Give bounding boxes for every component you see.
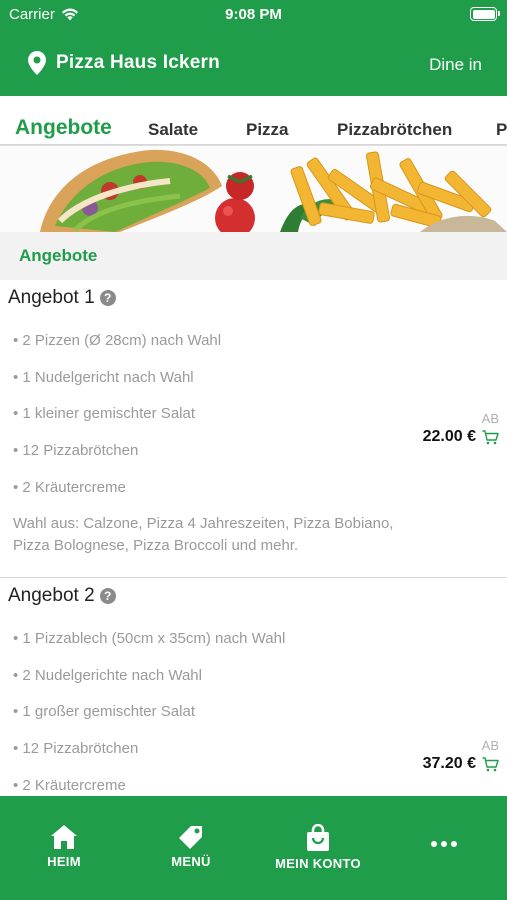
section-header: Angebote [0, 232, 507, 280]
offer-name: Angebot 2 [8, 585, 95, 606]
offer-title: Angebot 2 ? [8, 585, 116, 607]
bottom-tab-menu[interactable]: MENÜ [163, 824, 219, 869]
price-value: 37.20 € [422, 755, 476, 772]
bottom-tab-home[interactable]: HEIM [36, 824, 92, 869]
bottom-tab-more[interactable] [416, 840, 472, 852]
tab-next-partial[interactable]: P [496, 120, 507, 140]
more-dots-icon [431, 841, 457, 847]
category-tabs: Angebote Salate Pizza Pizzabrötchen P [0, 96, 507, 146]
cart-icon[interactable] [482, 429, 499, 445]
cart-icon[interactable] [482, 756, 499, 772]
offer-item: • 12 Pizzabrötchen [13, 442, 139, 459]
menu-item-offer-2[interactable]: Angebot 2 ? • 1 Pizzablech (50cm x 35cm)… [0, 578, 507, 808]
offer-item: • 2 Kräutercreme [13, 777, 126, 794]
category-banner-image [0, 146, 507, 232]
tab-pizza[interactable]: Pizza [246, 120, 289, 140]
tab-pizzabroetchen[interactable]: Pizzabrötchen [337, 120, 452, 140]
offer-item: • 2 Pizzen (Ø 28cm) nach Wahl [13, 332, 222, 349]
price-value: 22.00 € [422, 428, 476, 445]
location-pin-icon[interactable] [28, 51, 46, 75]
offer-title: Angebot 1 ? [8, 287, 116, 309]
price-add-to-cart[interactable]: 22.00 € [423, 428, 499, 446]
offer-item: • 2 Kräutercreme [13, 479, 126, 496]
battery-icon [470, 7, 500, 21]
shopping-bag-icon [307, 824, 329, 851]
food-banner-illustration [40, 149, 507, 232]
price-prefix: AB [481, 738, 499, 753]
navigation-bar: Pizza Haus Ickern Dine in [0, 36, 507, 92]
section-title: Angebote [19, 246, 98, 265]
top-app-bar: Carrier 9:08 PM Pizza Haus Ickern Dine i… [0, 0, 507, 96]
clock: 9:08 PM [225, 6, 282, 23]
help-icon[interactable]: ? [99, 290, 116, 306]
bottom-tab-label: MEIN KONTO [275, 856, 361, 871]
tag-icon [179, 826, 202, 849]
offer-item: • 1 Pizzablech (50cm x 35cm) nach Wahl [13, 630, 286, 647]
bottom-tab-account[interactable]: MEIN KONTO [268, 824, 368, 871]
tab-angebote[interactable]: Angebote [15, 116, 112, 140]
price-add-to-cart[interactable]: 37.20 € [423, 755, 499, 773]
offer-item: • 1 großer gemischter Salat [13, 703, 195, 720]
bottom-tab-bar: HEIM MENÜ MEIN KONTO [0, 796, 507, 900]
menu-item-offer-1[interactable]: Angebot 1 ? • 2 Pizzen (Ø 28cm) nach Wah… [0, 280, 507, 578]
offer-item: • 1 kleiner gemischter Salat [13, 405, 195, 422]
offer-description: Wahl aus: Calzone, Pizza 4 Jahreszeiten,… [13, 515, 394, 554]
order-mode-button[interactable]: Dine in [429, 55, 482, 75]
tab-salate[interactable]: Salate [148, 120, 198, 140]
price-prefix: AB [481, 411, 499, 426]
home-icon [51, 825, 77, 849]
offer-item: • 1 Nudelgericht nach Wahl [13, 369, 194, 386]
bottom-tab-label: MENÜ [171, 854, 211, 869]
bottom-tab-label: HEIM [47, 854, 81, 869]
offer-item: • 2 Nudelgerichte nach Wahl [13, 667, 202, 684]
help-icon[interactable]: ? [99, 588, 116, 604]
offer-item: • 12 Pizzabrötchen [13, 740, 139, 757]
restaurant-name[interactable]: Pizza Haus Ickern [56, 52, 220, 74]
offer-name: Angebot 1 [8, 287, 95, 308]
status-bar: Carrier 9:08 PM [0, 0, 507, 30]
